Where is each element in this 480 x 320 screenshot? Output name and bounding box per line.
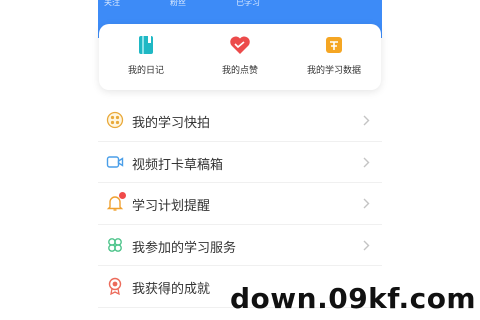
menu-item-label: 视频打卡草稿箱 bbox=[132, 157, 224, 173]
notification-dot bbox=[119, 192, 126, 199]
tab-studied[interactable]: 已学习 bbox=[236, 0, 260, 8]
film-reel-icon bbox=[106, 111, 124, 129]
menu-item-video-drafts[interactable]: 视频打卡草稿箱 bbox=[98, 142, 382, 183]
chevron-right-icon bbox=[363, 157, 370, 167]
shortcut-my-study-data[interactable]: 我的学习数据 bbox=[287, 35, 381, 76]
menu-item-label: 我获得的成就 bbox=[132, 282, 211, 297]
watermark-text: down.09kf.com bbox=[230, 282, 477, 315]
header-tabs: 关注 粉丝 已学习 bbox=[98, 0, 382, 10]
menu-item-study-snapshots[interactable]: 我的学习快拍 bbox=[98, 100, 382, 142]
menu-item-study-plan-reminder[interactable]: 学习计划提醒 bbox=[98, 183, 382, 225]
tab-fans[interactable]: 粉丝 bbox=[170, 0, 186, 8]
chevron-right-icon bbox=[363, 115, 370, 126]
menu-list: 我的学习快拍 视频打卡草稿箱 学习计划提醒 我参加的学习服务 我获得的成就 bbox=[98, 100, 382, 308]
shortcut-label: 我的点赞 bbox=[221, 66, 258, 76]
shortcut-my-likes[interactable]: 我的点赞 bbox=[193, 35, 287, 76]
shortcut-label: 我的日记 bbox=[127, 66, 164, 76]
shortcut-card: 我的日记 我的点赞 我的学习数据 bbox=[99, 24, 381, 90]
menu-item-label: 我的学习快拍 bbox=[132, 116, 211, 131]
chevron-right-icon bbox=[363, 240, 370, 250]
chevron-right-icon bbox=[363, 198, 370, 209]
tab-following[interactable]: 关注 bbox=[104, 0, 120, 8]
menu-item-label: 我参加的学习服务 bbox=[132, 240, 237, 256]
shortcut-label: 我的学习数据 bbox=[306, 66, 361, 76]
shortcut-my-diary[interactable]: 我的日记 bbox=[99, 35, 193, 76]
study-data-icon bbox=[326, 37, 342, 53]
diary-icon bbox=[139, 36, 153, 54]
video-camera-icon bbox=[106, 155, 124, 168]
heart-like-icon bbox=[230, 36, 250, 54]
clover-service-icon bbox=[108, 237, 122, 252]
medal-icon bbox=[108, 277, 122, 295]
menu-item-label: 学习计划提醒 bbox=[132, 199, 211, 214]
menu-item-joined-services[interactable]: 我参加的学习服务 bbox=[98, 225, 382, 266]
